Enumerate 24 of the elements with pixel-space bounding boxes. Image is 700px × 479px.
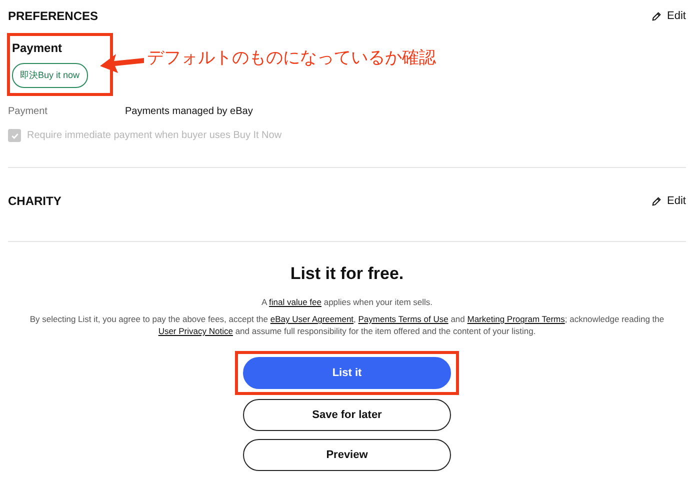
format-chip: 即決Buy it now [12,63,88,88]
section-title: CHARITY [8,194,62,208]
text-link[interactable]: Marketing Program Terms [467,314,565,324]
checkbox-label: Require immediate payment when buyer uses Buy It Now [27,130,282,141]
text-link[interactable]: final value fee [269,297,322,307]
text-link[interactable]: eBay User Agreement [270,314,354,324]
edit-button[interactable]: Edit [651,10,686,22]
annotation-text: デフォルトのものになっているか確認 [147,47,436,69]
secondary-button[interactable]: Preview [243,439,451,471]
section-title: PREFERENCES [8,9,98,23]
agreement-text: By selecting List it, you agree to pay the above fees, accept the eBay User Agreement, Payments Terms of Use and Marketing Program Terms; acknowledge reading the User Privacy Notice and assume full responsibility for the item offered and the content of your listing. [28,313,666,337]
listing-title: List it for free. [290,264,404,284]
payment-heading: Payment [12,41,64,55]
fee-note: A final value fee applies when your item sells. [261,296,433,308]
pencil-icon [651,10,662,22]
pencil-icon [651,196,662,206]
list-button[interactable]: List it [243,357,451,389]
text-link[interactable]: User Privacy Notice [158,326,233,336]
field-label: Payment [8,106,48,117]
edit-button[interactable]: Edit [651,195,686,207]
field-value: Payments managed by eBay [125,106,253,117]
text-link[interactable]: Payments Terms of Use [358,314,448,324]
secondary-button[interactable]: Save for later [243,399,451,431]
check-icon [10,132,18,140]
